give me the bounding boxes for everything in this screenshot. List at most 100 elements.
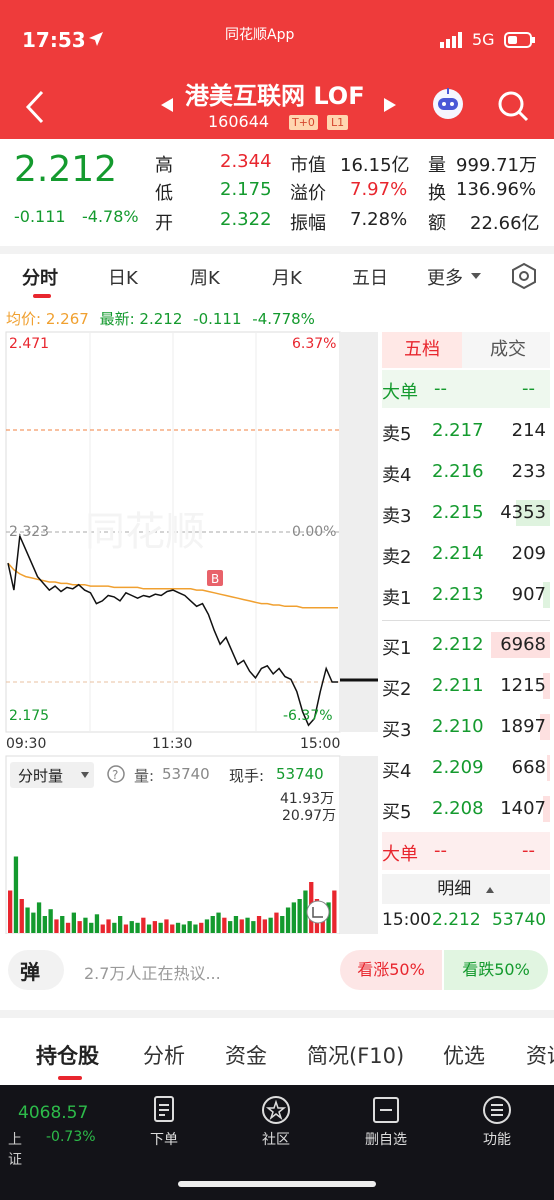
- settings-hexagon-icon[interactable]: [510, 262, 538, 290]
- next-stock-icon[interactable]: [383, 97, 397, 113]
- field-value-mktcap: 16.15亿: [340, 155, 410, 176]
- tab-f10[interactable]: 简况(F10): [307, 1040, 404, 1070]
- field-value-volume: 999.71万: [456, 155, 537, 176]
- index-value: 4068.57: [18, 1103, 89, 1123]
- level-label: 买5: [382, 802, 412, 823]
- back-icon[interactable]: [24, 90, 46, 124]
- volume-bar: [135, 922, 140, 933]
- intraday-chart-area: 均价: 2.267 最新: 2.212 -0.111 -4.778% 同花顺 2…: [0, 302, 554, 934]
- bearish-label: 看跌50%: [462, 960, 530, 979]
- y-min-label: 2.175: [9, 708, 49, 724]
- volume-bar: [547, 755, 550, 781]
- field-label-mktcap: 市值: [290, 155, 326, 176]
- last-price: 2.212: [14, 149, 118, 190]
- chevron-down-icon: [81, 772, 89, 778]
- signal-icon: [440, 32, 462, 48]
- volume-bar: [285, 907, 291, 933]
- tab-weekly-k[interactable]: 周K: [190, 264, 220, 290]
- orderbook-row[interactable]: 买3 2.210 1897: [382, 708, 550, 746]
- search-icon[interactable]: [497, 90, 529, 122]
- danmaku-toggle[interactable]: 弹: [8, 950, 64, 990]
- orderbook-row[interactable]: 买5 2.208 1407: [382, 790, 550, 828]
- level-volume: 907: [511, 584, 546, 605]
- volume-bar: [256, 916, 262, 933]
- x-label-open: 09:30: [6, 736, 46, 752]
- orderbook-row[interactable]: 买2 2.211 1215: [382, 667, 550, 705]
- bearish-button[interactable]: 看跌50%: [444, 950, 548, 990]
- buy-marker-letter: B: [211, 572, 219, 586]
- orderbook-row[interactable]: 卖1 2.213 907: [382, 576, 550, 614]
- volume-bar: [94, 914, 100, 933]
- orderbook-row[interactable]: 买4 2.209 668: [382, 749, 550, 787]
- price-change: -0.111: [14, 207, 66, 226]
- volume-bar: [42, 916, 47, 933]
- latest-pct: -4.778%: [252, 310, 315, 328]
- nav-remove-watchlist[interactable]: 删自选: [346, 1095, 426, 1149]
- tab-picks[interactable]: 优选: [443, 1040, 485, 1070]
- svg-text:?: ?: [112, 768, 118, 782]
- tab-analysis[interactable]: 分析: [143, 1040, 185, 1070]
- danmaku-label: 弹: [20, 960, 40, 984]
- tab-monthly-k[interactable]: 月K: [272, 264, 302, 290]
- volume-bar: [112, 922, 117, 933]
- level-label: 买3: [382, 720, 412, 741]
- field-value-amount: 22.66亿: [470, 213, 540, 234]
- field-label-volume: 量: [428, 155, 446, 176]
- nav-functions[interactable]: 功能: [457, 1095, 537, 1149]
- nav-order[interactable]: 下单: [124, 1095, 204, 1149]
- volume-bar: [65, 922, 71, 933]
- volume-bar: [13, 856, 19, 933]
- fullscreen-icon[interactable]: [306, 900, 330, 924]
- orderbook-row[interactable]: 卖4 2.216 233: [382, 453, 550, 491]
- tab-daily-k[interactable]: 日K: [108, 264, 138, 290]
- volume-type-select[interactable]: 分时量: [10, 762, 94, 788]
- tab-more[interactable]: 更多: [427, 264, 463, 290]
- volume-bar: [36, 902, 42, 933]
- orderbook-row[interactable]: 买1 2.212 6968: [382, 626, 550, 664]
- divider: [0, 1010, 554, 1018]
- orderbook-row[interactable]: 卖5 2.217 214: [382, 412, 550, 450]
- tab-trades[interactable]: 成交: [466, 332, 550, 368]
- help-icon[interactable]: ?: [106, 764, 126, 784]
- tab-active-indicator: [58, 1076, 82, 1080]
- volume-bar: [77, 921, 82, 933]
- price-chart-svg[interactable]: 同花顺 2.471 6.37% 2.323 0.00% 2.175 -6.37%…: [0, 330, 380, 934]
- tab-active-indicator: [33, 294, 51, 298]
- chart-info-line: 均价: 2.267 最新: 2.212 -0.111 -4.778%: [6, 308, 315, 329]
- discussion-prompt[interactable]: 2.7万人正在热议...: [84, 960, 221, 984]
- volume-bar: [291, 902, 296, 933]
- volume-value-label: 量:: [134, 767, 155, 785]
- quote-panel: 2.212 -0.111 -4.78% 高 2.344 低 2.175 开 2.…: [0, 139, 554, 246]
- detail-label: 明细: [437, 879, 472, 899]
- volume-bar: [251, 921, 256, 933]
- bullish-button[interactable]: 看涨50%: [340, 950, 442, 990]
- volume-bar: [228, 921, 233, 933]
- tab-intraday[interactable]: 分时: [22, 264, 58, 290]
- comment-bar: 弹 2.7万人正在热议... 看涨50% 看跌50%: [0, 936, 554, 1008]
- orderbook-row[interactable]: 卖3 2.215 4353: [382, 494, 550, 532]
- detail-volume: 53740: [492, 910, 547, 930]
- prev-stock-icon[interactable]: [160, 97, 174, 113]
- volume-bar: [19, 899, 24, 933]
- tab-five-levels[interactable]: 五档: [382, 332, 462, 368]
- level-volume: 6968: [500, 634, 546, 655]
- app-header: 17:53 同花顺App 5G 港美互联网 LOF 160644 T+0 L1: [0, 0, 554, 139]
- stock-code: 160644: [208, 112, 270, 131]
- robot-assistant-icon[interactable]: [430, 86, 466, 122]
- tab-funds[interactable]: 资金: [225, 1040, 267, 1070]
- nav-community[interactable]: 社区: [236, 1095, 316, 1149]
- volume-bar: [25, 907, 30, 933]
- volume-bar: [175, 922, 181, 933]
- orderbook-row[interactable]: 卖2 2.214 209: [382, 535, 550, 573]
- t0-badge: T+0: [289, 115, 318, 130]
- level-price: 2.214: [432, 543, 484, 564]
- detail-header[interactable]: 明细: [382, 874, 550, 904]
- divider: [0, 246, 554, 254]
- volume-bar: [146, 924, 152, 933]
- l1-badge: L1: [327, 115, 349, 130]
- tab-five-day[interactable]: 五日: [352, 264, 388, 290]
- level-volume: 1897: [500, 716, 546, 737]
- tab-holdings[interactable]: 持仓股: [36, 1040, 99, 1070]
- volume-bar: [170, 924, 175, 933]
- tab-news[interactable]: 资讯: [526, 1040, 554, 1070]
